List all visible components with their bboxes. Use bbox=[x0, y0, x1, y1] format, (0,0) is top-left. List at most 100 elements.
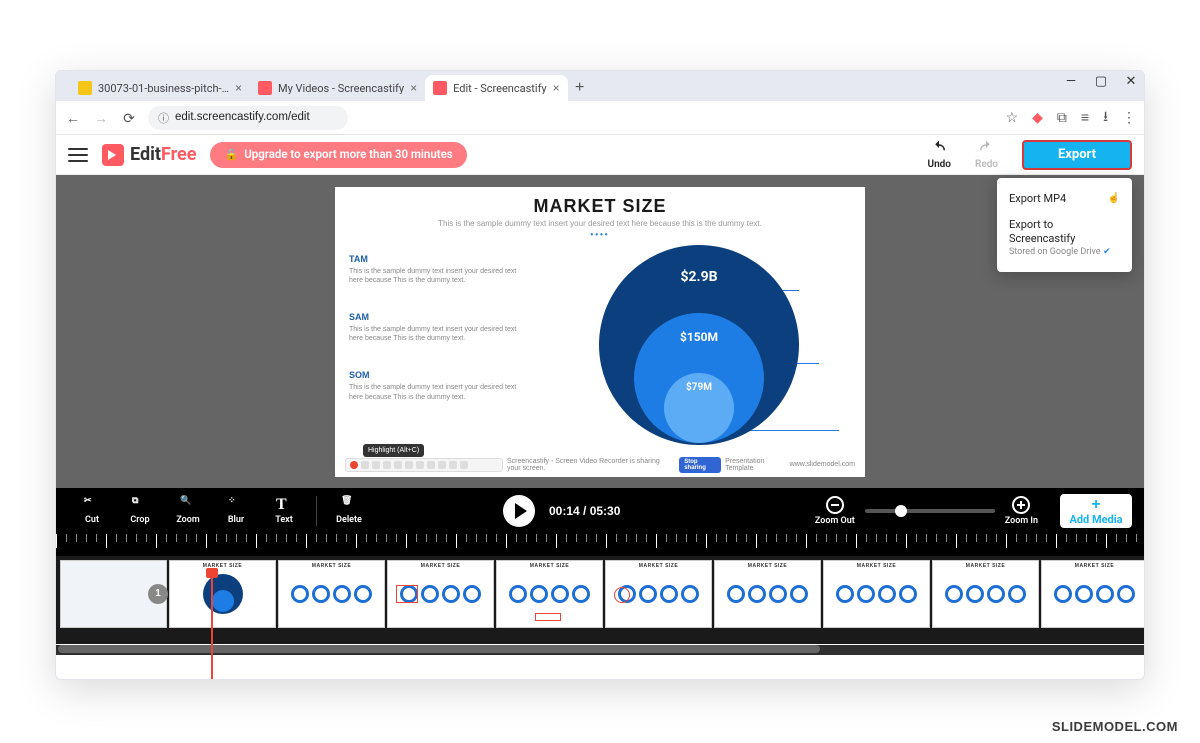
app-header: EditFree 🔒 Upgrade to export more than 3… bbox=[56, 135, 1144, 175]
tab-title: 30073-01-business-pitch-deck bbox=[98, 83, 229, 94]
back-icon[interactable]: ← bbox=[64, 111, 82, 125]
recording-toolbar bbox=[345, 458, 503, 472]
delete-label: Delete bbox=[336, 516, 362, 525]
browser-tab-strip: 30073-01-business-pitch-deck × My Videos… bbox=[56, 71, 1144, 101]
highlight-tooltip: Highlight (Alt+C) bbox=[363, 444, 424, 457]
slide-footer-b: www.slidemodel.com bbox=[790, 461, 855, 468]
address-bar[interactable]: ⓘ edit.screencastify.com/edit bbox=[148, 106, 348, 130]
crop-label: Crop bbox=[130, 516, 149, 525]
chrome-menu-icon[interactable]: ⋮ bbox=[1122, 110, 1136, 126]
playhead[interactable] bbox=[211, 570, 213, 680]
timeline-thumb[interactable]: MARKET SIZE bbox=[496, 560, 603, 628]
trash-icon: 🗑 bbox=[341, 497, 357, 513]
timeline-thumb[interactable]: MARKET SIZE bbox=[387, 560, 494, 628]
play-button[interactable] bbox=[503, 495, 535, 527]
slide-footer-a: Presentation Template bbox=[725, 458, 786, 472]
add-media-button[interactable]: +Add Media bbox=[1060, 494, 1132, 528]
som-circle: $79M bbox=[664, 373, 734, 443]
video-canvas[interactable]: MARKET SIZE This is the sample dummy tex… bbox=[56, 175, 1144, 488]
menu-icon[interactable] bbox=[68, 148, 88, 162]
add-media-label: Add Media bbox=[1069, 514, 1122, 525]
close-icon[interactable]: × bbox=[410, 82, 417, 94]
zoom-out-icon bbox=[826, 496, 844, 514]
verified-icon: ✔ bbox=[1103, 247, 1111, 257]
browser-tab-3[interactable]: Edit - Screencastify × bbox=[425, 75, 568, 101]
zoom-tool[interactable]: 🔍 Zoom bbox=[164, 497, 212, 525]
close-icon[interactable]: × bbox=[235, 82, 242, 94]
screencastify-favicon bbox=[258, 81, 272, 95]
scrollbar-thumb[interactable] bbox=[58, 645, 820, 653]
editor-toolbar: ✂Cut ⧉Crop 🔍Zoom ⁘Blur TText 🗑Delete 00:… bbox=[56, 488, 1144, 534]
zoom-label: Zoom bbox=[176, 516, 199, 525]
decorative-dots: •••• bbox=[335, 231, 865, 239]
redo-icon bbox=[977, 139, 995, 157]
timeline-thumb[interactable]: MARKET SIZE bbox=[932, 560, 1039, 628]
export-mp4-option[interactable]: Export MP4 ☝ bbox=[997, 186, 1132, 212]
watermark: SLIDEMODEL.COM bbox=[1052, 720, 1178, 733]
timeline-thumb[interactable]: MARKET SIZE bbox=[823, 560, 930, 628]
zoom-in-label: Zoom In bbox=[1005, 517, 1038, 526]
screen-share-msg: Screencastify - Screen Video Recorder is… bbox=[507, 458, 675, 472]
forward-icon[interactable]: → bbox=[92, 111, 110, 125]
extensions-icon[interactable]: ⧉ bbox=[1057, 110, 1067, 126]
extension-screencastify-icon[interactable]: ◆ bbox=[1032, 110, 1043, 126]
scissors-icon: ✂ bbox=[84, 497, 100, 513]
site-info-icon[interactable]: ⓘ bbox=[158, 110, 169, 126]
timeline-thumbnails[interactable]: 1 MARKET SIZE MARKET SIZE MARKET SIZE MA… bbox=[56, 556, 1144, 644]
timeline-thumb[interactable]: MARKET SIZE bbox=[278, 560, 385, 628]
timeline-scrollbar[interactable] bbox=[56, 645, 1144, 655]
window-close-icon[interactable]: ✕ bbox=[1124, 75, 1138, 88]
divider bbox=[316, 496, 317, 526]
timeline-thumb[interactable]: MARKET SIZE bbox=[605, 560, 712, 628]
browser-toolbar: ← → ⟳ ⓘ edit.screencastify.com/edit ☆ ◆ … bbox=[56, 101, 1144, 135]
export-sc-label: Export to Screencastify bbox=[1009, 218, 1120, 247]
delete-tool[interactable]: 🗑 Delete bbox=[325, 497, 373, 525]
crop-tool[interactable]: ⧉ Crop bbox=[116, 497, 164, 525]
app-logo[interactable]: EditFree bbox=[102, 144, 196, 166]
zoom-slider[interactable] bbox=[865, 509, 995, 513]
brand-word-edit: Edit bbox=[130, 144, 161, 165]
close-icon[interactable]: × bbox=[553, 82, 560, 94]
undo-icon bbox=[930, 139, 948, 157]
browser-tab-1[interactable]: 30073-01-business-pitch-deck × bbox=[70, 75, 250, 101]
timeline-ruler[interactable] bbox=[56, 534, 1144, 556]
bookmark-star-icon[interactable]: ☆ bbox=[1006, 110, 1019, 126]
slides-favicon bbox=[78, 81, 92, 95]
text-tool[interactable]: TText bbox=[260, 497, 308, 525]
screencastify-favicon bbox=[433, 81, 447, 95]
downloads-icon[interactable]: ⭳ bbox=[1103, 106, 1108, 130]
record-icon bbox=[350, 461, 358, 469]
zoom-in-button[interactable]: Zoom In bbox=[1005, 496, 1038, 526]
cut-label: Cut bbox=[85, 516, 99, 525]
reading-list-icon[interactable]: ≡ bbox=[1081, 109, 1089, 126]
sam-label: SAM bbox=[349, 313, 519, 322]
export-label: Export bbox=[1058, 148, 1096, 161]
export-button[interactable]: Export bbox=[1022, 140, 1132, 170]
browser-window: 30073-01-business-pitch-deck × My Videos… bbox=[55, 70, 1145, 680]
cut-tool[interactable]: ✂ Cut bbox=[68, 497, 116, 525]
window-maximize-icon[interactable]: ▢ bbox=[1094, 75, 1108, 88]
upgrade-button[interactable]: 🔒 Upgrade to export more than 30 minutes bbox=[210, 142, 466, 168]
export-screencastify-option[interactable]: Export to Screencastify Stored on Google… bbox=[997, 212, 1132, 264]
market-labels: TAMThis is the sample dummy text insert … bbox=[349, 245, 519, 459]
timeline-thumb[interactable]: MARKET SIZE bbox=[169, 560, 276, 628]
export-mp4-label: Export MP4 bbox=[1009, 192, 1066, 206]
som-desc: This is the sample dummy text insert you… bbox=[349, 383, 519, 401]
timeline-thumb[interactable]: MARKET SIZE bbox=[714, 560, 821, 628]
crop-icon: ⧉ bbox=[132, 497, 148, 513]
blur-tool[interactable]: ⁘Blur bbox=[212, 497, 260, 525]
upgrade-label: Upgrade to export more than 30 minutes bbox=[244, 149, 453, 161]
window-minimize-icon[interactable]: — bbox=[1064, 75, 1078, 88]
slider-thumb[interactable] bbox=[895, 505, 907, 517]
zoom-out-button[interactable]: Zoom Out bbox=[815, 496, 855, 526]
magnifier-icon: 🔍 bbox=[180, 497, 196, 513]
browser-tab-2[interactable]: My Videos - Screencastify × bbox=[250, 75, 425, 101]
reload-icon[interactable]: ⟳ bbox=[120, 111, 138, 125]
screencastify-logo-icon bbox=[102, 144, 124, 166]
redo-button[interactable]: Redo bbox=[975, 139, 998, 170]
url-text: edit.screencastify.com/edit bbox=[175, 112, 310, 124]
undo-button[interactable]: Undo bbox=[928, 139, 951, 170]
zoom-in-icon bbox=[1012, 496, 1030, 514]
new-tab-button[interactable]: + bbox=[568, 75, 592, 101]
timeline-thumb[interactable]: MARKET SIZE bbox=[1041, 560, 1144, 628]
